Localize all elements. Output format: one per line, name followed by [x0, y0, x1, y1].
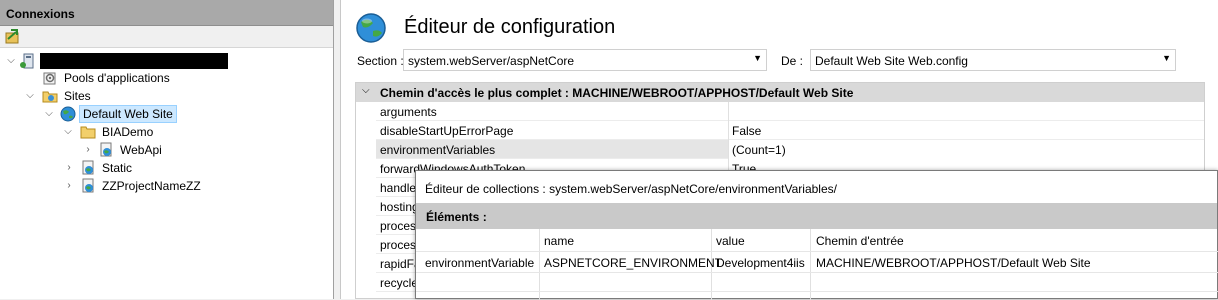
web-application-icon — [82, 160, 94, 175]
property-key: handle — [380, 181, 417, 195]
page-title: Éditeur de configuration — [404, 16, 616, 38]
sites-folder-icon — [42, 91, 58, 103]
column-header-entry-path[interactable]: Chemin d'entrée — [816, 234, 904, 248]
tree-node-server[interactable]: ⌵ — [0, 52, 240, 70]
dialog-title: Éditeur de collections : system.webServe… — [416, 171, 1217, 203]
connections-toolbar — [0, 26, 333, 48]
web-application-icon — [82, 178, 94, 193]
section-value: system.webServer/aspNetCore — [408, 54, 575, 68]
tree-label: Default Web Site — [79, 105, 177, 123]
tree-node-default-web-site[interactable]: ⌵ Default Web Site — [0, 105, 200, 123]
collection-editor-dialog: Éditeur de collections : system.webServe… — [415, 170, 1218, 300]
tree-label: Static — [102, 161, 133, 175]
from-label: De : — [781, 54, 804, 68]
property-row[interactable]: disableStartUpErrorPage False — [376, 121, 1204, 140]
tree-node-zzprojectnamezz[interactable]: › ZZProjectNameZZ — [0, 177, 220, 195]
dropdown-arrow-icon[interactable]: ▼ — [1162, 53, 1171, 63]
property-key: arguments — [380, 105, 437, 119]
tree-label: ZZProjectNameZZ — [102, 179, 201, 193]
property-value[interactable]: False — [732, 124, 761, 138]
connections-panel: Connexions ⌵ Pools d'applications ⌵ Site… — [0, 0, 334, 299]
row-entry-path[interactable]: MACHINE/WEBROOT/APPHOST/Default Web Site — [816, 256, 1091, 270]
dropdown-arrow-icon[interactable]: ▼ — [753, 53, 762, 63]
web-application-icon — [100, 142, 112, 157]
property-key: disableStartUpErrorPage — [380, 124, 514, 138]
chevron-down-icon[interactable]: ⌵ — [6, 52, 16, 70]
property-row-selected[interactable]: environmentVariables (Count=1) — [376, 140, 1204, 159]
folder-icon — [80, 126, 96, 139]
section-label: Section : — [357, 54, 404, 68]
path-header[interactable]: ⌵ Chemin d'accès le plus complet : MACHI… — [356, 83, 1204, 102]
property-key: environmentVariables — [380, 143, 496, 157]
row-name[interactable]: ASPNETCORE_ENVIRONMENT — [544, 256, 722, 270]
tree-label: Sites — [64, 89, 91, 103]
section-row: Section : system.webServer/aspNetCore ▼ … — [353, 48, 1203, 72]
from-dropdown[interactable]: Default Web Site Web.config ▼ — [810, 49, 1176, 71]
property-row[interactable]: arguments — [376, 102, 1204, 121]
tree-node-webapi[interactable]: › WebApi — [0, 141, 200, 159]
property-key: hosting — [380, 200, 419, 214]
column-header-value[interactable]: value — [716, 234, 745, 248]
tree-node-static[interactable]: › Static — [0, 159, 200, 177]
row-type[interactable]: environmentVariable — [425, 256, 534, 270]
section-dropdown[interactable]: system.webServer/aspNetCore ▼ — [403, 49, 767, 71]
connect-icon[interactable] — [5, 29, 21, 44]
property-key: recycle — [380, 276, 419, 290]
from-value: Default Web Site Web.config — [815, 54, 968, 68]
connections-header: Connexions — [0, 0, 333, 26]
chevron-down-icon[interactable]: ⌵ — [25, 87, 35, 105]
chevron-down-icon[interactable]: ⌵ — [63, 123, 73, 141]
column-header-name[interactable]: name — [544, 234, 574, 248]
tree-node-biademo[interactable]: ⌵ BIADemo — [0, 123, 200, 141]
chevron-down-icon[interactable]: ⌵ — [362, 85, 370, 96]
chevron-down-icon[interactable]: ⌵ — [44, 105, 54, 123]
chevron-right-icon[interactable]: › — [64, 159, 74, 177]
tree-label: BIADemo — [102, 125, 154, 139]
tree-node-sites[interactable]: ⌵ Sites — [0, 87, 200, 105]
path-header-text: Chemin d'accès le plus complet : MACHINE… — [380, 86, 854, 100]
tree-label: WebApi — [120, 143, 162, 157]
chevron-right-icon[interactable]: › — [83, 141, 93, 159]
tree-node-app-pools[interactable]: Pools d'applications — [0, 69, 200, 87]
elements-band: Éléments : — [416, 203, 1217, 229]
chevron-right-icon[interactable]: › — [64, 177, 74, 195]
globe-icon — [60, 106, 76, 122]
property-value[interactable]: (Count=1) — [732, 143, 786, 157]
server-icon — [20, 53, 34, 69]
redacted-server-name — [40, 53, 228, 69]
globe-icon — [356, 13, 386, 43]
app-pools-icon — [43, 72, 56, 85]
tree-label: Pools d'applications — [64, 71, 170, 85]
row-value[interactable]: Development4iis — [716, 256, 805, 270]
